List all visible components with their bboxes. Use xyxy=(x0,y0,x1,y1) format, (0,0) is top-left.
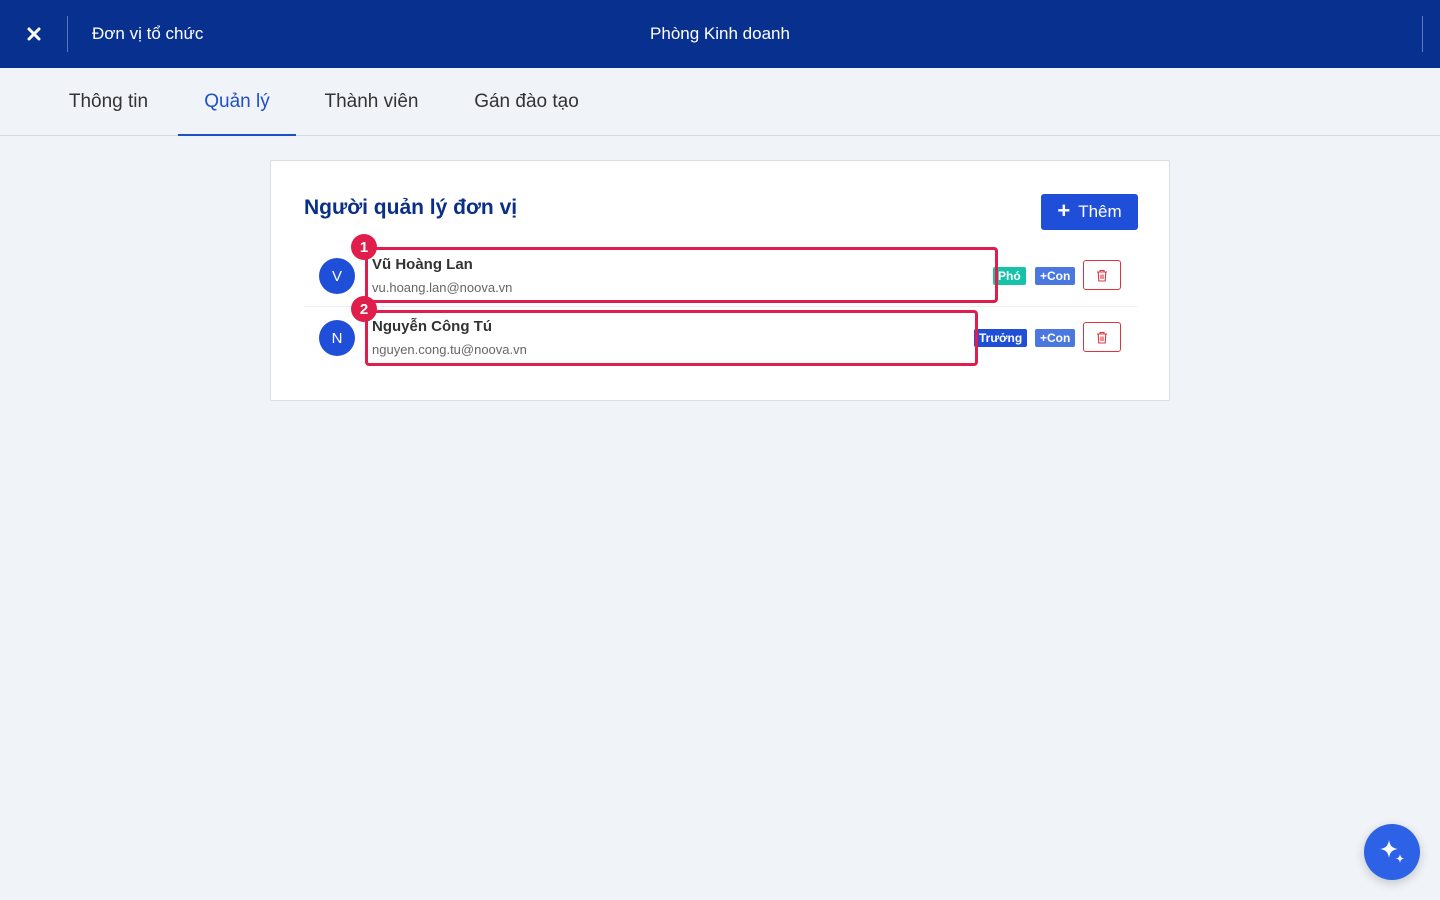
manager-name: Nguyễn Công Tú xyxy=(372,318,492,335)
manager-name: Vũ Hoàng Lan xyxy=(372,256,473,273)
trash-icon xyxy=(1097,269,1107,282)
sparkle-icon xyxy=(1380,840,1404,863)
add-button-label: Thêm xyxy=(1078,202,1122,221)
managers-card: Người quản lý đơn vị + Thêm V Vũ Hoàng L… xyxy=(270,160,1170,401)
close-button[interactable] xyxy=(0,0,67,68)
sub-unit-badge[interactable]: +Con xyxy=(1035,329,1076,347)
tab-quan-ly[interactable]: Quản lý xyxy=(178,68,296,136)
sub-unit-badge[interactable]: +Con xyxy=(1035,267,1076,285)
avatar: V xyxy=(319,258,355,294)
tab-thong-tin[interactable]: Thông tin xyxy=(40,68,177,135)
close-icon xyxy=(27,27,40,41)
ai-assistant-button[interactable] xyxy=(1364,824,1420,880)
card-title: Người quản lý đơn vị xyxy=(304,196,518,219)
tab-bar: Thông tin Quản lý Thành viên Gán đào tạo xyxy=(0,68,1440,136)
breadcrumb-parent[interactable]: Đơn vị tổ chức xyxy=(92,0,203,68)
delete-manager-button[interactable] xyxy=(1083,260,1121,290)
tab-thanh-vien[interactable]: Thành viên xyxy=(297,68,446,135)
plus-icon: + xyxy=(1057,198,1071,223)
delete-manager-button[interactable] xyxy=(1083,322,1121,352)
role-badge: Phó xyxy=(993,267,1026,285)
page-title: Phòng Kinh doanh xyxy=(650,24,790,43)
manager-email: vu.hoang.lan@noova.vn xyxy=(372,280,513,295)
top-bar: Đơn vị tổ chức Phòng Kinh doanh xyxy=(0,0,1440,68)
trash-icon xyxy=(1097,331,1107,344)
manager-row: N Nguyễn Công Tú nguyen.cong.tu@noova.vn… xyxy=(304,307,1137,369)
avatar: N xyxy=(319,320,355,356)
tab-gan-dao-tao[interactable]: Gán đào tạo xyxy=(447,68,606,135)
manager-email: nguyen.cong.tu@noova.vn xyxy=(372,342,527,357)
manager-row: V Vũ Hoàng Lan vu.hoang.lan@noova.vn Phó… xyxy=(304,245,1137,307)
header-divider xyxy=(1422,16,1423,52)
add-manager-button[interactable]: + Thêm xyxy=(1041,194,1138,230)
role-badge: Trưởng xyxy=(974,329,1028,347)
header-divider xyxy=(67,16,68,52)
